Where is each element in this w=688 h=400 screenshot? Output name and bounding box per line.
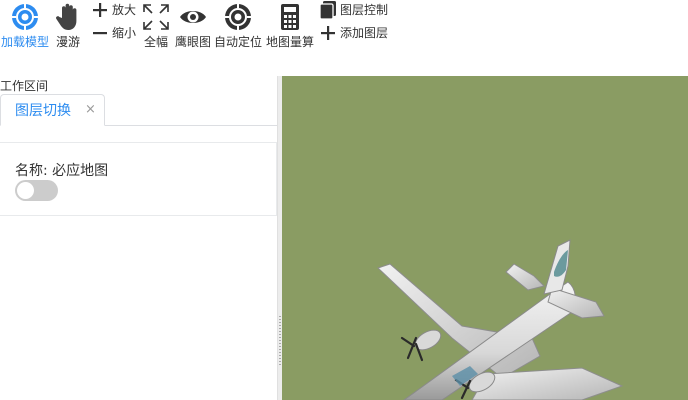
zoom-in-label: 放大: [112, 3, 137, 17]
toggle-knob: [17, 182, 34, 199]
layer-visibility-toggle[interactable]: [15, 180, 58, 201]
tab-layer-switch-label: 图层切换: [15, 103, 71, 119]
expand-arrows-icon: [141, 2, 171, 32]
map-viewport[interactable]: [282, 76, 688, 400]
layer-name: 名称: 必应地图: [15, 163, 109, 179]
minus-icon: [90, 23, 110, 43]
zoom-out-label: 缩小: [112, 26, 137, 40]
hand-icon: [53, 2, 83, 32]
auto-locate-button[interactable]: 自动定位: [214, 2, 262, 49]
add-layer-button[interactable]: 添加图层: [318, 23, 388, 43]
close-icon[interactable]: ×: [85, 103, 96, 117]
layer-control-button[interactable]: 图层控制: [318, 0, 388, 20]
measure-button[interactable]: 地图量算: [266, 2, 314, 49]
locate-target-icon: [223, 2, 253, 32]
measure-label: 地图量算: [266, 35, 315, 49]
layer-control-label: 图层控制: [340, 3, 389, 17]
drag-handle-icon: [279, 316, 281, 366]
eye-icon: [178, 2, 208, 32]
zoom-out-button[interactable]: 缩小: [90, 23, 136, 43]
eagle-eye-button[interactable]: 鹰眼图: [174, 2, 212, 49]
tab-bar: 图层切换 ×: [0, 94, 277, 126]
layer-item: 名称: 必应地图: [0, 142, 277, 216]
auto-locate-label: 自动定位: [214, 35, 263, 49]
load-model-label: 加载模型: [0, 35, 49, 49]
add-layer-label: 添加图层: [340, 26, 389, 40]
airplane-model: [377, 239, 624, 400]
full-extent-button[interactable]: 全幅: [140, 2, 172, 49]
zoom-in-button[interactable]: 放大: [90, 0, 136, 20]
eagle-eye-label: 鹰眼图: [174, 35, 211, 49]
crosshair-target-icon: [10, 2, 40, 32]
roam-button[interactable]: 漫游: [53, 2, 83, 49]
plus-icon: [90, 0, 110, 20]
toolbar: 加载模型 漫游 放大 缩小 全幅 鹰眼图 自动定位 地图量算 图层控制 添加图层: [0, 0, 688, 56]
roam-label: 漫游: [55, 35, 80, 49]
full-extent-label: 全幅: [143, 35, 168, 49]
load-model-button[interactable]: 加载模型: [0, 2, 50, 49]
tab-layer-switch[interactable]: 图层切换 ×: [0, 94, 105, 126]
workspace-panel: 图层切换 × 名称: 必应地图: [0, 94, 277, 400]
layers-icon: [318, 0, 338, 20]
plus-icon: [318, 23, 338, 43]
calculator-icon: [275, 2, 305, 32]
workspace-title: 工作区间: [0, 79, 49, 93]
